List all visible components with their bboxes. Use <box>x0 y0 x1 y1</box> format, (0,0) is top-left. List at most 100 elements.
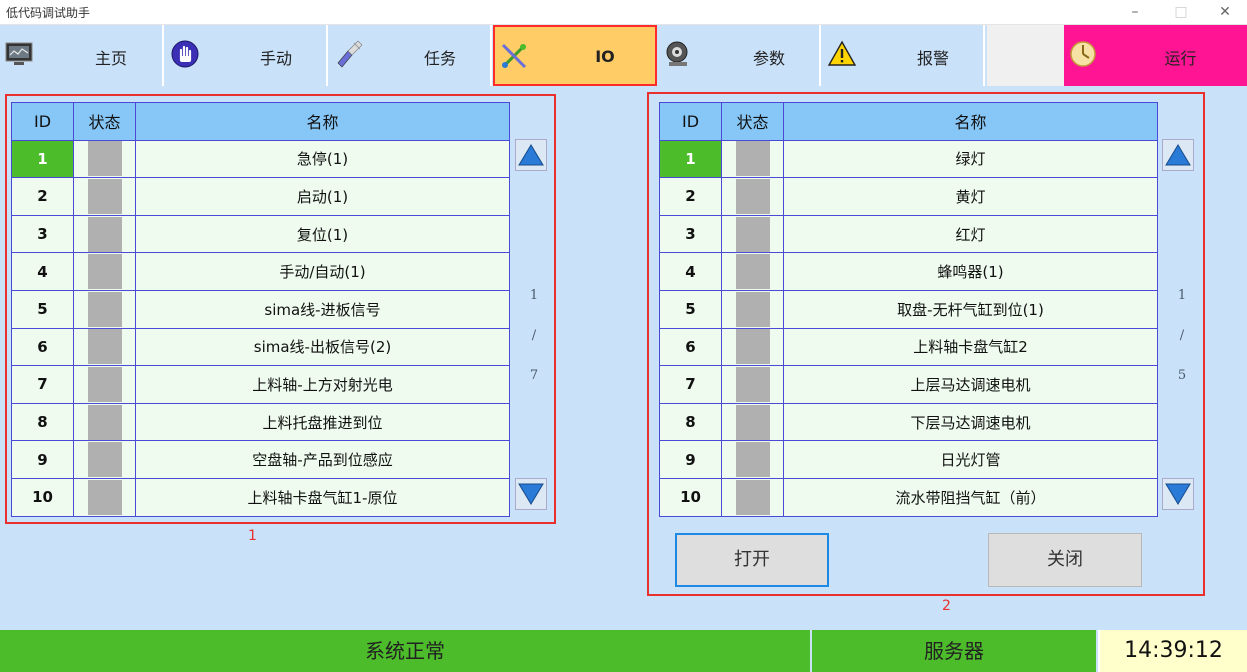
nav-alarm[interactable]: 报警 <box>823 25 985 86</box>
row-id: 5 <box>659 289 722 329</box>
table-row[interactable]: 3 复位(1) <box>11 214 510 254</box>
row-name: 启动(1) <box>135 177 510 216</box>
header-status: 状态 <box>721 102 784 141</box>
nav-blank <box>987 25 1064 86</box>
table-row[interactable]: 9 空盘轴-产品到位感应 <box>11 440 510 479</box>
row-name: 上料托盘推进到位 <box>135 402 510 442</box>
table-row[interactable]: 1 急停(1) <box>11 139 510 179</box>
row-status <box>721 289 784 329</box>
row-name: 复位(1) <box>135 214 510 254</box>
row-status <box>73 477 136 517</box>
table-row[interactable]: 4 手动/自动(1) <box>11 252 510 291</box>
output-page-down-button[interactable] <box>1162 478 1194 510</box>
table-row[interactable]: 9 日光灯管 <box>659 440 1158 479</box>
table-row[interactable]: 2 启动(1) <box>11 177 510 216</box>
status-indicator <box>87 442 122 478</box>
row-status <box>721 327 784 367</box>
table-row[interactable]: 6 sima线-出板信号(2) <box>11 327 510 367</box>
table-row[interactable]: 10 上料轴卡盘气缸1-原位 <box>11 477 510 517</box>
nav-alarm-label: 报警 <box>916 49 949 68</box>
row-name: 空盘轴-产品到位感应 <box>135 440 510 479</box>
table-row[interactable]: 6 上料轴卡盘气缸2 <box>659 327 1158 367</box>
table-row[interactable]: 7 上层马达调速电机 <box>659 365 1158 404</box>
row-status <box>721 139 784 179</box>
row-name: 流水带阻挡气缸（前） <box>783 477 1158 517</box>
row-status <box>73 402 136 442</box>
title-bar: 低代码调试助手 – □ ✕ <box>0 0 1247 25</box>
warning-icon <box>827 40 857 66</box>
table-row[interactable]: 4 蜂鸣器(1) <box>659 252 1158 291</box>
system-status: 系统正常 <box>0 630 810 672</box>
row-id: 7 <box>659 365 722 404</box>
maximize-button[interactable]: □ <box>1166 2 1196 22</box>
status-indicator <box>735 442 770 478</box>
row-id: 8 <box>659 402 722 442</box>
nav-params[interactable]: 参数 <box>659 25 821 86</box>
row-id: 2 <box>659 177 722 216</box>
row-name: 蜂鸣器(1) <box>783 252 1158 291</box>
table-row[interactable]: 5 sima线-进板信号 <box>11 289 510 329</box>
output-table-header: ID 状态 名称 <box>659 102 1158 141</box>
nav-io[interactable]: IO <box>493 25 657 86</box>
nav-run-label: 运行 <box>1164 49 1197 68</box>
status-indicator <box>735 366 770 402</box>
nav-params-label: 参数 <box>752 49 785 68</box>
table-row[interactable]: 8 上料托盘推进到位 <box>11 402 510 442</box>
settings-icon <box>666 41 688 66</box>
clock: 14:39:12 <box>1098 630 1247 672</box>
table-row[interactable]: 2 黄灯 <box>659 177 1158 216</box>
row-name: 上料轴卡盘气缸2 <box>783 327 1158 367</box>
header-status: 状态 <box>73 102 136 141</box>
output-panel-caption: 2 <box>942 598 951 614</box>
row-status <box>721 252 784 291</box>
row-status <box>721 214 784 254</box>
output-page-current: 1 <box>1177 288 1187 303</box>
table-row[interactable]: 8 下层马达调速电机 <box>659 402 1158 442</box>
row-name: 上料轴-上方对射光电 <box>135 365 510 404</box>
row-id: 1 <box>11 139 74 179</box>
input-table: ID 状态 名称 1 急停(1) 2 启动(1) 3 复位(1) 4 手动/自动(1) 5 sim… <box>11 102 510 517</box>
row-status <box>721 477 784 517</box>
arrow-up-icon <box>1165 144 1191 166</box>
open-button[interactable]: 打开 <box>675 533 829 587</box>
header-name: 名称 <box>783 102 1158 141</box>
input-page-down-button[interactable] <box>515 478 547 510</box>
nav-manual[interactable]: 手动 <box>166 25 328 86</box>
row-name: sima线-进板信号 <box>135 289 510 329</box>
row-id: 9 <box>11 440 74 479</box>
output-page-up-button[interactable] <box>1162 139 1194 171</box>
row-name: 上层马达调速电机 <box>783 365 1158 404</box>
row-status <box>721 365 784 404</box>
arrow-up-icon <box>518 144 544 166</box>
main-nav: 主页 手动 任务 IO 参数 报警 运行 <box>0 25 1247 87</box>
table-row[interactable]: 5 取盘-无杆气缸到位(1) <box>659 289 1158 329</box>
nav-home[interactable]: 主页 <box>0 25 164 86</box>
row-id: 1 <box>659 139 722 179</box>
input-page-up-button[interactable] <box>515 139 547 171</box>
status-indicator <box>87 141 122 177</box>
minimize-button[interactable]: – <box>1120 2 1150 22</box>
nav-run[interactable]: 运行 <box>1064 25 1247 86</box>
table-row[interactable]: 3 红灯 <box>659 214 1158 254</box>
status-indicator <box>735 329 770 365</box>
row-name: 红灯 <box>783 214 1158 254</box>
table-row[interactable]: 10 流水带阻挡气缸（前） <box>659 477 1158 517</box>
nav-task[interactable]: 任务 <box>330 25 492 86</box>
row-id: 9 <box>659 440 722 479</box>
table-row[interactable]: 1 绿灯 <box>659 139 1158 179</box>
status-indicator <box>735 291 770 327</box>
input-page-total: 7 <box>529 368 539 383</box>
arrow-down-icon <box>518 483 544 505</box>
status-indicator <box>87 178 122 214</box>
status-indicator <box>87 329 122 365</box>
row-status <box>73 252 136 291</box>
close-button[interactable]: ✕ <box>1210 2 1240 22</box>
server-status: 服务器 <box>812 630 1096 672</box>
nav-io-label: IO <box>595 47 615 66</box>
table-row[interactable]: 7 上料轴-上方对射光电 <box>11 365 510 404</box>
row-name: sima线-出板信号(2) <box>135 327 510 367</box>
header-id: ID <box>11 102 74 141</box>
row-name: 黄灯 <box>783 177 1158 216</box>
close-output-button[interactable]: 关闭 <box>988 533 1142 587</box>
row-id: 6 <box>11 327 74 367</box>
